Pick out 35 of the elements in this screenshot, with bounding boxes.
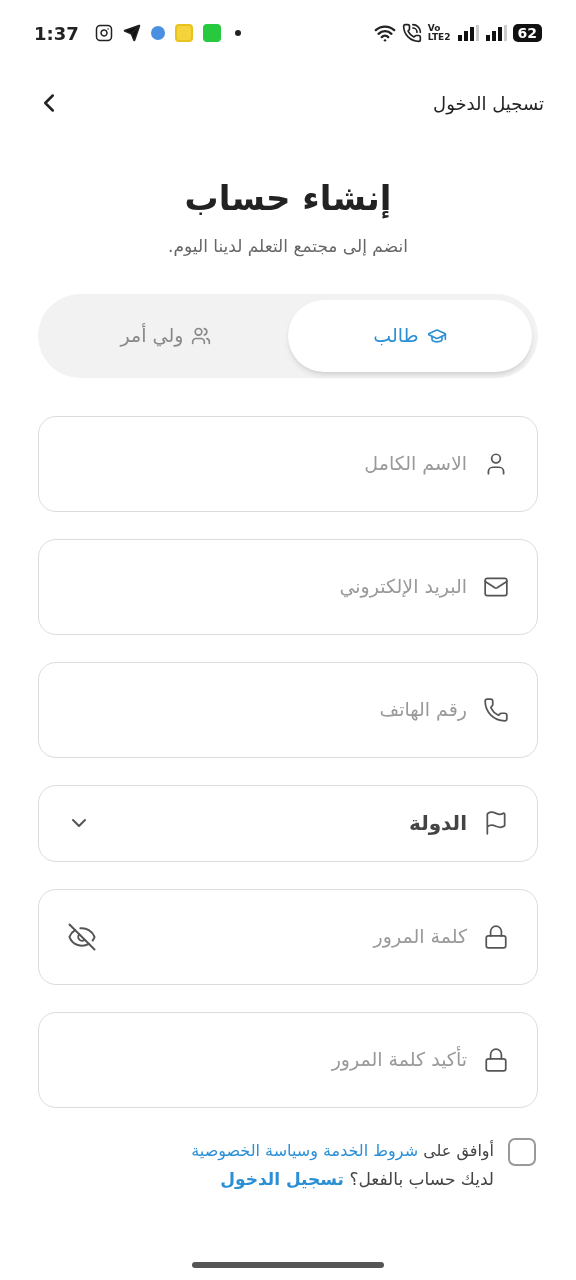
lock-icon (483, 923, 509, 950)
signal-icon (456, 25, 479, 41)
camera-icon (94, 24, 113, 42)
paper-plane-icon (122, 24, 141, 42)
input-field[interactable]: كلمة المرور (38, 888, 538, 985)
wifi-icon (373, 22, 396, 44)
login-link[interactable]: تسجيل الدخول (433, 89, 544, 117)
input-field[interactable]: الاسم الكامل (38, 415, 538, 512)
login-prompt: لديك حساب بالفعل؟ تسجيل الدخول (219, 1167, 494, 1191)
people-icon (191, 325, 212, 346)
network-label: Vo (427, 24, 442, 33)
input-field[interactable]: البريد الإلكتروني (38, 538, 538, 635)
battery-icon: 62 (512, 24, 542, 42)
country-select[interactable]: الدولة (38, 784, 538, 862)
role-tab[interactable]: طالب (288, 299, 532, 372)
app-icon (202, 24, 221, 42)
app-icon (150, 26, 165, 40)
login-link[interactable]: تسجيل الدخول (220, 1168, 344, 1189)
page-title: إنشاء حساب (183, 177, 393, 220)
input-field[interactable]: رقم الهاتف (38, 661, 538, 758)
call-icon (401, 23, 422, 43)
phone-icon (483, 696, 509, 723)
lock-icon (483, 1046, 509, 1073)
eye-off-icon[interactable] (67, 921, 97, 952)
app-icon (174, 24, 193, 42)
input-field[interactable]: تأكيد كلمة المرور (38, 1011, 538, 1108)
terms-text: أوافق على شروط الخدمة وسياسة الخصوصية (191, 1139, 494, 1163)
terms-link[interactable]: شروط الخدمة وسياسة الخصوصية (191, 1140, 419, 1160)
page-subtitle: انضم إلى مجتمع التعلم لدينا اليوم. (167, 235, 409, 259)
role-tab[interactable]: ولي أمر (44, 299, 288, 372)
network-label: LTE2 (427, 33, 451, 42)
flag-icon (483, 810, 509, 836)
signal-icon (484, 25, 507, 41)
terms-checkbox[interactable] (508, 1137, 536, 1166)
status-time: 1:37 (34, 21, 79, 46)
